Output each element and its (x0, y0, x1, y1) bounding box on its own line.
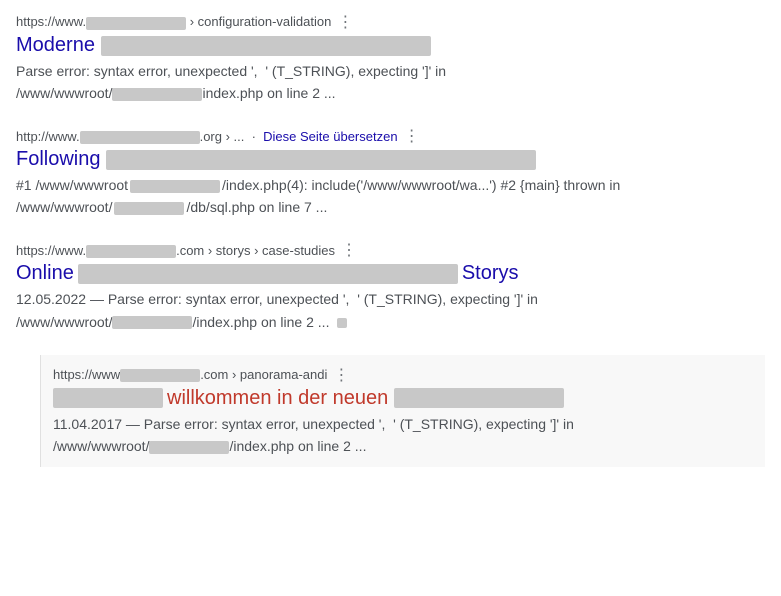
result-3-title-link[interactable]: OnlineStorys (16, 262, 519, 285)
result-3-snippet: 12.05.2022 — Parse error: syntax error, … (16, 288, 765, 332)
result-4-title-row: willkommen in der neuen (53, 387, 753, 410)
result-2-title-link[interactable]: Following (16, 148, 536, 171)
result-4-title-link[interactable]: willkommen in der neuen (53, 387, 564, 410)
result-2-url: http://www..org › ... · Diese Seite über… (16, 129, 398, 144)
search-result-2: http://www..org › ... · Diese Seite über… (16, 126, 765, 218)
search-result-4: https://www.com › panorama-andi ⋮ willko… (53, 365, 753, 457)
result-2-title-text: Following (16, 148, 100, 170)
more-options-icon-2[interactable]: ⋮ (404, 126, 421, 146)
result-1-title-row: Moderne (16, 34, 765, 57)
result-4-url: https://www.com › panorama-andi (53, 367, 327, 382)
result-1-url: https://www. › configuration-validation (16, 14, 331, 29)
result-2-title-row: Following (16, 148, 765, 171)
more-options-icon-1[interactable]: ⋮ (337, 12, 354, 32)
result-3-title-row: OnlineStorys (16, 262, 765, 285)
search-result-3: https://www..com › storys › case-studies… (16, 240, 765, 332)
more-options-icon-3[interactable]: ⋮ (341, 240, 358, 260)
indented-block: https://www.com › panorama-andi ⋮ willko… (40, 355, 765, 467)
result-3-url-row: https://www..com › storys › case-studies… (16, 240, 765, 260)
result-4-title-colored: willkommen in der neuen (167, 387, 388, 409)
result-3-url: https://www..com › storys › case-studies (16, 243, 335, 258)
result-1-title-link[interactable]: Moderne (16, 34, 431, 57)
result-1-url-row: https://www. › configuration-validation … (16, 12, 765, 32)
result-1-snippet: Parse error: syntax error, unexpected ',… (16, 60, 765, 104)
result-4-url-row: https://www.com › panorama-andi ⋮ (53, 365, 753, 385)
result-2-snippet: #1 /www/wwwroot/index.php(4): include('/… (16, 174, 765, 218)
translate-link-2[interactable]: Diese Seite übersetzen (263, 129, 397, 144)
result-2-url-row: http://www..org › ... · Diese Seite über… (16, 126, 765, 146)
more-options-icon-4[interactable]: ⋮ (333, 365, 350, 385)
search-result-1: https://www. › configuration-validation … (16, 12, 765, 104)
result-4-snippet: 11.04.2017 — Parse error: syntax error, … (53, 413, 753, 457)
